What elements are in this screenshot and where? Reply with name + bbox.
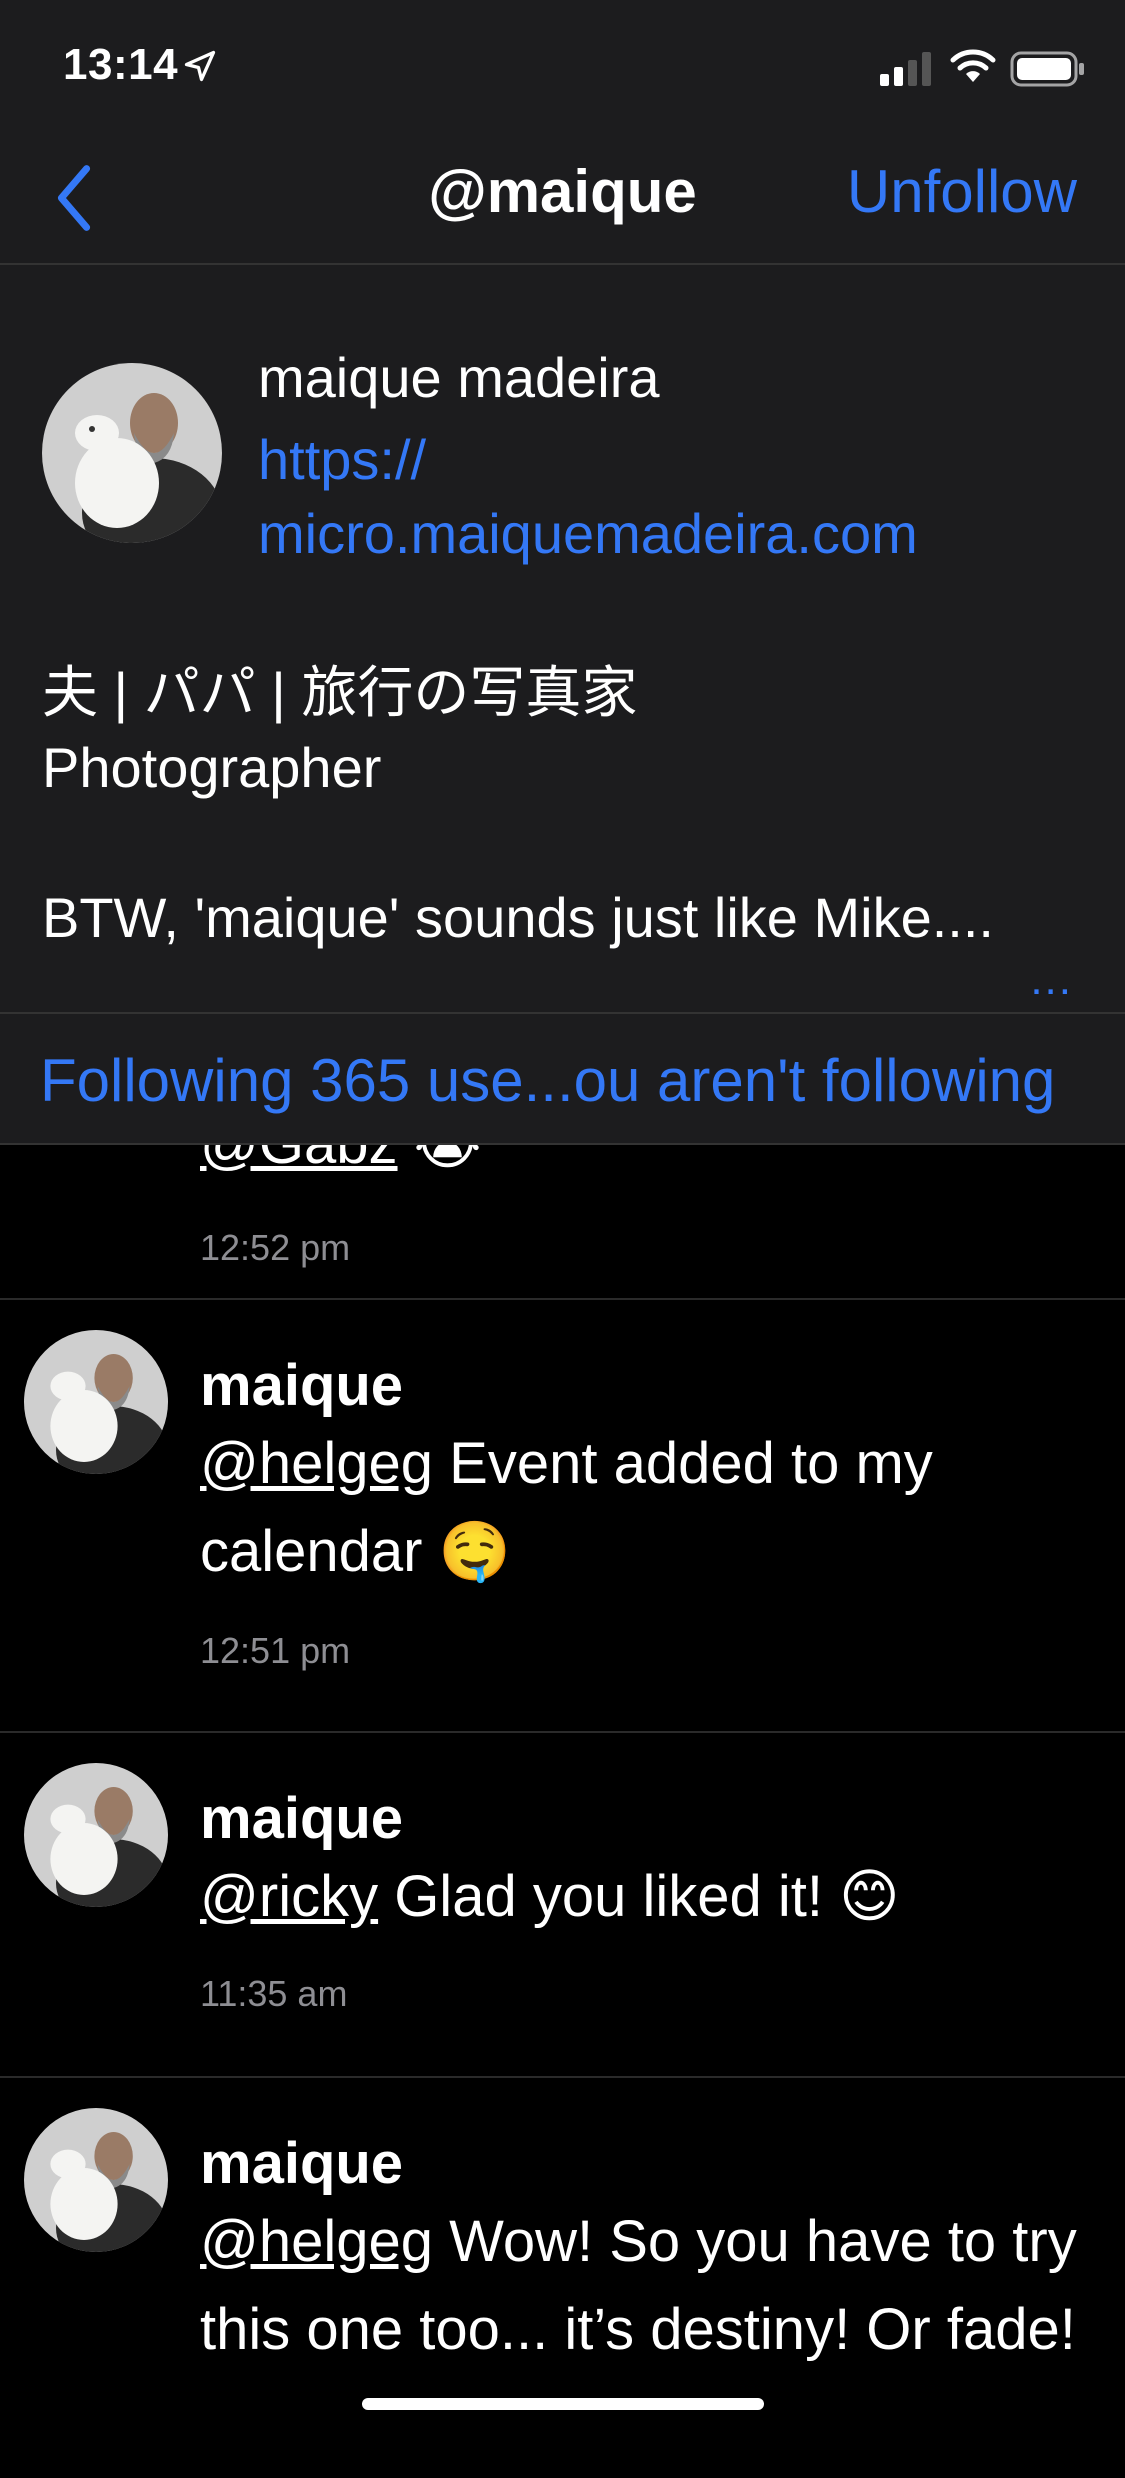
bio-line-3: BTW, 'maique' sounds just like Mike.... — [42, 886, 994, 949]
profile-url-line2: micro.maiquemadeira.com — [258, 502, 918, 565]
post-timestamp: 11:35 am — [200, 1973, 348, 2014]
navigation-bar: @maique Unfollow — [0, 135, 1125, 265]
bio-line-2: Photographer — [42, 736, 382, 799]
post-item[interactable]: @Gabz 😭 12:52 pm — [0, 1145, 1125, 1300]
home-indicator[interactable] — [362, 2398, 764, 2410]
post-emoji: 😭 — [414, 1145, 482, 1176]
profile-url-link[interactable]: https:// micro.maiquemadeira.com — [258, 423, 1078, 571]
post-text: @ricky Glad you liked it! 😊 — [200, 1853, 1080, 1941]
post-item[interactable]: maique @helgeg Event added to my calenda… — [0, 1300, 1125, 1733]
profile-header: 13:14 @maique Unfollow maique madeira ht… — [0, 0, 1125, 1145]
post-timestamp: 12:52 pm — [200, 1227, 351, 1268]
post-item[interactable]: maique @ricky Glad you liked it! 😊 11:35… — [0, 1733, 1125, 2078]
wifi-icon — [950, 49, 996, 82]
cellular-signal-icon — [880, 52, 931, 86]
post-author[interactable]: maique — [200, 2130, 403, 2197]
location-arrow-icon — [184, 50, 216, 82]
post-body: Glad you liked it! 😊 — [378, 1864, 900, 1929]
bio-line-1: 夫 | パパ | 旅行の写真家 — [42, 661, 638, 724]
status-time: 13:14 — [63, 40, 179, 89]
profile-avatar[interactable] — [42, 363, 222, 543]
post-timestamp: 12:51 pm — [200, 1630, 351, 1671]
mention-link[interactable]: @helgeg — [200, 1431, 433, 1496]
profile-info: maique madeira https:// micro.maiquemade… — [0, 265, 1125, 1012]
post-author[interactable]: maique — [200, 1785, 403, 1852]
mention-link[interactable]: @helgeg — [200, 2209, 433, 2274]
more-bio-button[interactable]: ... — [1030, 955, 1073, 1005]
following-link-bar[interactable]: Following 365 use...ou aren't following — [0, 1012, 1125, 1145]
post-text: @Gabz 😭 — [200, 1145, 481, 1177]
profile-bio: 夫 | パパ | 旅行の写真家 Photographer BTW, 'maiqu… — [42, 655, 1092, 955]
post-item[interactable]: maique @helgeg Wow! So you have to try t… — [0, 2078, 1125, 2478]
status-bar: 13:14 — [0, 0, 1125, 135]
battery-icon — [1010, 51, 1084, 87]
post-avatar[interactable] — [24, 2108, 168, 2252]
post-avatar[interactable] — [24, 1330, 168, 1474]
post-avatar[interactable] — [24, 1763, 168, 1907]
profile-full-name: maique madeira — [258, 346, 660, 409]
unfollow-button[interactable]: Unfollow — [847, 157, 1077, 226]
following-link[interactable]: Following 365 use...ou aren't following — [40, 1046, 1055, 1115]
post-author[interactable]: maique — [200, 1352, 403, 1419]
mention-link[interactable]: @ricky — [200, 1864, 378, 1929]
post-text: @helgeg Wow! So you have to try this one… — [200, 2198, 1080, 2374]
profile-url-line1: https:// — [258, 428, 427, 491]
mention-link[interactable]: @Gabz — [200, 1145, 398, 1176]
post-text: @helgeg Event added to my calendar 🤤 — [200, 1420, 1080, 1596]
